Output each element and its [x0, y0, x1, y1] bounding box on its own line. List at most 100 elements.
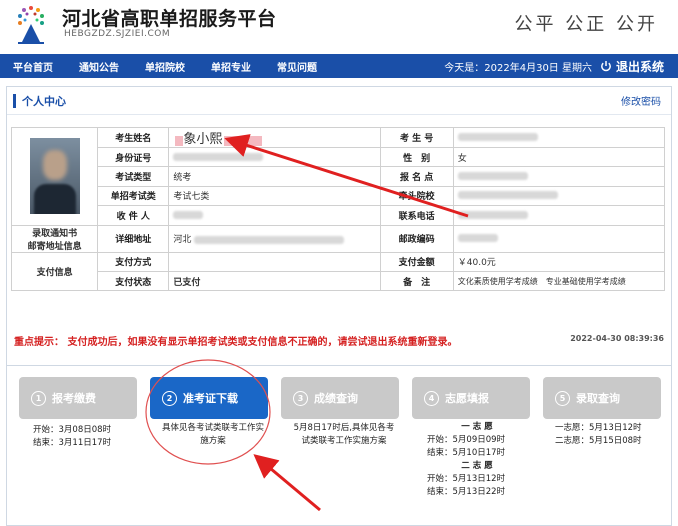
table-row: 支付状态 已支付 备 注 文化素质使用学考成绩 专业基础使用学考成绩	[12, 270, 666, 292]
name-label: 考生姓名	[97, 127, 170, 148]
step-number: 4	[424, 390, 439, 406]
step-number: 1	[31, 390, 46, 406]
step-detail-line: 结束：5月13日22时	[427, 487, 506, 497]
site-header: 河北省高职单招服务平台 HEBGZDZ.SJZIEI.COM 公平 公正 公开	[0, 0, 678, 52]
exam-site-label: 报 名 点	[379, 166, 454, 187]
redaction	[457, 210, 528, 219]
logout-button[interactable]: 退出系统	[600, 58, 664, 75]
address-label: 详细地址	[97, 224, 170, 253]
name-value: 象小熙	[183, 132, 223, 147]
candidate-info-table: 考生姓名 象小熙 考 生 号 身份证号 性 别 女 考试类型 统考 报 名 点 …	[10, 127, 666, 292]
step-number: 3	[293, 390, 308, 406]
address-value: 河北	[173, 235, 192, 246]
step-detail-line: 开始：5月13日12时	[427, 474, 506, 484]
step-admission-ticket-download[interactable]: 2 准考证下载	[150, 377, 268, 419]
recipient-label: 收 件 人	[97, 205, 170, 226]
mail-info-label: 录取通知书 邮寄地址信息	[10, 224, 99, 253]
redaction	[457, 133, 538, 141]
step-number: 2	[162, 390, 177, 406]
step-detail-line: 二志愿：5月15日08时	[555, 436, 642, 446]
change-password-link[interactable]: 修改密码	[621, 93, 661, 108]
table-row: 考试类型 统考 报 名 点	[12, 166, 666, 187]
site-title: 河北省高职单招服务平台	[62, 8, 277, 30]
step-detail-line: 5月8日17时后,具体见各考	[293, 423, 395, 433]
address-value-cell: 河北	[168, 224, 381, 253]
table-row: 收 件 人 联系电话	[12, 205, 666, 226]
slogan: 公平 公正 公开	[514, 14, 658, 35]
postcode-value	[452, 224, 666, 253]
exam-no-label: 考 生 号	[379, 127, 454, 148]
postcode-label: 邮政编码	[379, 224, 454, 253]
step-detail-line: 开始：5月09日09时	[427, 435, 506, 445]
nav-notices[interactable]: 通知公告	[66, 59, 132, 74]
exam-type-value: 统考	[168, 166, 381, 187]
panel-title: 个人中心	[22, 94, 66, 108]
step-detail-line: 施方案	[200, 436, 226, 446]
step-detail-line: 一志愿：5月13日12时	[555, 423, 642, 433]
logout-label: 退出系统	[615, 59, 664, 74]
important-notice: 重点提示： 支付成功后，如果没有显示单招考试类或支付信息不正确的，请尝试退出系统…	[14, 337, 458, 348]
step-3-details: 5月8日17时后,具体见各考 试类联考工作实施方案	[281, 422, 407, 448]
exam-site-value	[452, 166, 666, 187]
nav-faq[interactable]: 常见问题	[264, 59, 330, 74]
step-label: 报考缴费	[52, 392, 96, 405]
nav-home[interactable]: 平台首页	[0, 59, 66, 74]
recipient-value	[168, 205, 381, 226]
redaction	[457, 191, 558, 200]
step-detail-line: 具体见各考试类联考工作实	[161, 423, 264, 433]
step-label: 志愿填报	[445, 392, 489, 405]
step-2-details: 具体见各考试类联考工作实 施方案	[150, 422, 276, 448]
lead-school-label: 牵头院校	[379, 185, 454, 207]
step-registration-payment[interactable]: 1 报考缴费	[19, 377, 137, 419]
step-detail-line: 一 志 愿	[461, 422, 493, 432]
table-row: 录取通知书 邮寄地址信息 详细地址 河北 邮政编码	[10, 224, 666, 253]
redaction	[457, 172, 528, 181]
redaction	[224, 135, 263, 146]
lead-school-value	[452, 185, 666, 207]
photo-cell	[10, 127, 99, 226]
category-value: 考试七类	[168, 185, 381, 207]
step-detail-line: 结束：5月10日17时	[427, 448, 506, 458]
step-admission-query[interactable]: 5 录取查询	[543, 377, 661, 419]
main-nav: 平台首页 通知公告 单招院校 单招专业 常见问题 今天是：2022年4月30日 …	[0, 54, 678, 78]
step-detail-line: 二 志 愿	[461, 461, 493, 471]
table-row: 考生姓名 象小熙 考 生 号	[10, 127, 666, 226]
step-label: 准考证下载	[183, 392, 238, 405]
step-4-details: 一 志 愿 开始：5月09日09时 结束：5月10日17时 二 志 愿 开始：5…	[427, 421, 527, 499]
category-label: 单招考试类	[97, 185, 170, 207]
redaction	[173, 152, 264, 161]
gender-label: 性 别	[379, 146, 454, 168]
step-score-query[interactable]: 3 成绩查询	[281, 377, 399, 419]
current-date: 今天是：2022年4月30日 星期六	[444, 62, 592, 74]
pay-status-value: 已支付	[168, 270, 381, 292]
table-row: 支付信息 支付方式 支付金额 ￥40.0元	[10, 251, 666, 292]
name-value-cell: 象小熙	[168, 127, 381, 148]
phone-value	[452, 205, 666, 226]
nav-schools[interactable]: 单招院校	[132, 59, 198, 74]
panel-header: 个人中心 修改密码	[7, 87, 671, 115]
panel-title-bar	[13, 93, 16, 108]
site-url: HEBGZDZ.SJZIEI.COM	[64, 29, 171, 39]
step-application-filling[interactable]: 4 志愿填报	[412, 377, 530, 419]
redaction	[194, 235, 345, 244]
table-row: 身份证号 性 别 女	[12, 146, 666, 168]
step-label: 成绩查询	[314, 392, 358, 405]
gender-value: 女	[452, 146, 666, 168]
power-icon	[601, 61, 611, 72]
step-1-details: 开始：3月08日08时 结束：3月11日17时	[33, 424, 111, 450]
remark-value: 文化素质使用学考成绩 专业基础使用学考成绩	[452, 270, 666, 292]
step-number: 5	[555, 390, 570, 406]
exam-no-value	[452, 127, 666, 148]
pay-method-label: 支付方式	[97, 251, 170, 272]
step-detail-line: 试类联考工作实施方案	[301, 436, 387, 446]
step-detail-line: 开始：3月08日08时	[33, 425, 112, 435]
candidate-photo	[29, 138, 80, 215]
id-label: 身份证号	[97, 146, 170, 168]
pay-status-label: 支付状态	[97, 270, 170, 292]
step-label: 录取查询	[576, 392, 620, 405]
pay-amount-label: 支付金额	[379, 251, 454, 272]
remark-label: 备 注	[379, 270, 454, 292]
redaction	[457, 234, 498, 243]
nav-majors[interactable]: 单招专业	[198, 59, 264, 74]
notice-timestamp: 2022-04-30 08:39:36	[570, 334, 664, 343]
